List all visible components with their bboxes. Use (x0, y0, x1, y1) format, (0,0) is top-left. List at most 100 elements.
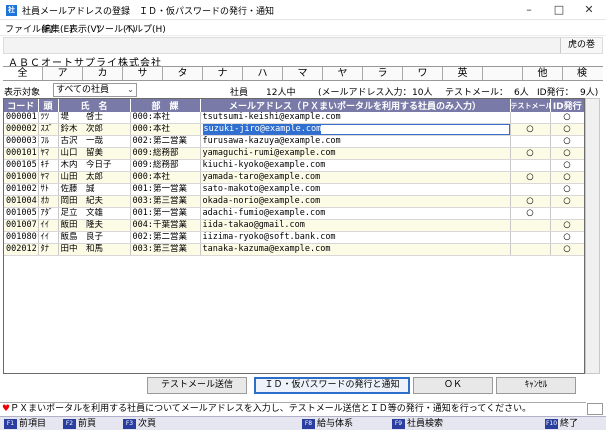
table-row[interactable]: 000002 ｽｽﾞ 鈴木 次郎 000:本社 suzuki-jiro@example.… (4, 123, 584, 136)
name-cell-text: 木内 今日子 (60, 160, 112, 170)
issue-notify-button[interactable]: ＩＤ・仮パスワードの発行と通知 (254, 377, 410, 394)
id-issue-cell: ○ (550, 195, 584, 208)
dept-cell: 000:本社 (130, 112, 201, 124)
tab-na[interactable]: ナ (203, 67, 243, 80)
col-name[interactable]: 氏 名 (58, 99, 131, 112)
kana-cell: ｵｶ (38, 195, 59, 208)
kana-tab-bar: 全 ア カ サ タ ナ ハ マ ヤ ラ ワ 英 他 検 (3, 66, 603, 81)
email-cell[interactable]: adachi-fumio@example.com (200, 207, 511, 220)
tab-search[interactable]: 検 (563, 67, 601, 80)
code-cell-text: 000101 (6, 148, 37, 158)
tab-ha[interactable]: ハ (243, 67, 283, 80)
code-cell-text: 001080 (6, 232, 37, 242)
filter-select[interactable]: すべての社員 ⌄ (53, 83, 137, 97)
name-cell-text: 足立 文雄 (60, 208, 104, 218)
email-cell[interactable]: iizima-ryoko@soft.bank.com (200, 231, 511, 244)
email-edit-field[interactable]: suzuki-jiro@example.com (202, 124, 509, 135)
ok-button[interactable]: ＯＫ (413, 377, 493, 394)
tab-ta[interactable]: タ (163, 67, 203, 80)
fkey-prev-item[interactable]: F1 前項目 (4, 418, 46, 430)
email-cell[interactable]: furusawa-kazuya@example.com (200, 135, 511, 148)
kana-cell-text: ｲｲ (40, 232, 50, 242)
fkey-next-page[interactable]: F3 次頁 (123, 418, 156, 430)
email-cell[interactable]: sato-makoto@example.com (200, 183, 511, 196)
kana-cell-text: ﾀﾅ (40, 244, 50, 254)
table-row[interactable]: 002012 ﾀﾅ 田中 和馬 003:第三営業 tanaka-kazuma@examp… (4, 243, 584, 256)
tab-wa[interactable]: ワ (403, 67, 443, 80)
tab-a[interactable]: ア (43, 67, 83, 80)
table-row[interactable]: 000105 ｷﾁ 木内 今日子 009:総務部 kiuchi-kyoko@exampl… (4, 159, 584, 172)
email-cell[interactable]: tanaka-kazuma@example.com (200, 243, 511, 256)
email-cell[interactable]: yamada-taro@example.com (200, 171, 511, 184)
fkey-exit[interactable]: F10 終了 (545, 418, 578, 430)
fkey-prev-page[interactable]: F2 前頁 (63, 418, 96, 430)
cancel-button[interactable]: ｷｬﾝｾﾙ (496, 377, 576, 394)
col-id-issue[interactable]: ID発行 (550, 99, 584, 112)
test-mail-cell: ○ (510, 171, 551, 184)
tab-ra[interactable]: ラ (363, 67, 403, 80)
email-cell[interactable]: okada-norio@example.com (200, 195, 511, 208)
tab-ma[interactable]: マ (283, 67, 323, 80)
dept-cell-text: 003:第三営業 (132, 196, 187, 206)
close-button[interactable]: ✕ (574, 2, 604, 18)
dept-cell-text: 001:第一営業 (132, 184, 187, 194)
fkey-salary-system[interactable]: F8 給与体系 (302, 418, 353, 430)
email-cell[interactable]: iida-takao@gmail.com (200, 219, 511, 232)
tiger-scroll-button[interactable]: 虎の巻 (560, 38, 602, 53)
table-row[interactable]: 000001 ﾂﾂ 堤 啓士 000:本社 tsutsumi-keishi@exampl… (4, 112, 584, 124)
email-cell[interactable]: tsutsumi-keishi@example.com (200, 112, 511, 124)
tab-blank (483, 67, 523, 80)
fkey-label: 給与体系 (317, 419, 354, 429)
fkey-employee-search[interactable]: F9 社員検索 (392, 418, 443, 430)
col-test-mail[interactable]: テストメール (510, 99, 551, 112)
code-cell-text: 001002 (6, 184, 37, 194)
dept-cell: 000:本社 (130, 171, 201, 184)
f9-key-icon: F9 (392, 418, 405, 429)
col-code[interactable]: コード (4, 99, 39, 112)
tab-ya[interactable]: ヤ (323, 67, 363, 80)
window-title: 社員メールアドレスの登録 ＩＤ・仮パスワードの発行・通知 (22, 7, 275, 17)
name-cell: 足立 文雄 (58, 207, 131, 220)
name-cell: 田中 和馬 (58, 243, 131, 256)
name-cell: 佐藤 誠 (58, 183, 131, 196)
tab-all[interactable]: 全 (3, 67, 43, 80)
table-row[interactable]: 001080 ｲｲ 飯島 良子 002:第二営業 iizima-ryoko@soft.b… (4, 231, 584, 244)
table-row[interactable]: 001005 ｱﾀﾞ 足立 文雄 001:第一営業 adachi-fumio@examp… (4, 207, 584, 220)
tab-alpha[interactable]: 英 (443, 67, 483, 80)
col-email[interactable]: メールアドレス（ＰＸまいポータルを利用する社員のみ入力） (200, 99, 511, 112)
table-row[interactable]: 000003 ﾌﾙ 古沢 一哉 002:第二営業 furusawa-kazuya@exa… (4, 135, 584, 148)
email-cell-text: kiuchi-kyoko@example.com (202, 160, 326, 170)
id-issue-cell: ○ (550, 147, 584, 160)
tab-other[interactable]: 他 (523, 67, 563, 80)
minimize-button[interactable]: – (514, 2, 544, 18)
email-cell[interactable]: yamaguchi-rumi@example.com (200, 147, 511, 160)
table-row[interactable]: 000101 ﾔﾏ 山口 留美 009:総務部 yamaguchi-rumi@examp… (4, 147, 584, 160)
dept-cell: 002:第二営業 (130, 231, 201, 244)
col-dept[interactable]: 部 課 (130, 99, 201, 112)
chevron-down-icon: ⌄ (127, 85, 134, 94)
dept-cell-text: 001:第一営業 (132, 208, 187, 218)
table-row[interactable]: 001000 ﾔﾏ 山田 太郎 000:本社 yamada-taro@example.c… (4, 171, 584, 184)
email-cell[interactable]: kiuchi-kyoko@example.com (200, 159, 511, 172)
test-mail-cell: ○ (510, 123, 551, 136)
table-row[interactable]: 001007 ｲｲ 飯田 隆夫 004:千葉営業 iida-takao@gmail.co… (4, 219, 584, 232)
title-bar: 社 社員メールアドレスの登録 ＩＤ・仮パスワードの発行・通知 – □ ✕ (0, 0, 606, 20)
table-row[interactable]: 001002 ｻﾄ 佐藤 誠 001:第一営業 sato-makoto@example.… (4, 183, 584, 196)
maximize-button[interactable]: □ (544, 2, 574, 18)
email-cell[interactable]: suzuki-jiro@example.com (200, 123, 511, 136)
kana-cell-text: ｷﾁ (40, 160, 50, 170)
menu-help[interactable]: ヘルプ(H) (125, 22, 166, 35)
vertical-scrollbar[interactable] (585, 98, 600, 374)
kana-cell: ｱﾀﾞ (38, 207, 59, 220)
name-cell: 古沢 一哉 (58, 135, 131, 148)
col-kana[interactable]: 頭 (38, 99, 59, 112)
email-cell-text: yamada-taro@example.com (202, 172, 321, 182)
code-cell-text: 001007 (6, 220, 37, 230)
tab-sa[interactable]: サ (123, 67, 163, 80)
test-mail-button[interactable]: テストメール送信 (147, 377, 247, 394)
tab-ka[interactable]: カ (83, 67, 123, 80)
test-mail-cell: ○ (510, 147, 551, 160)
table-row[interactable]: 001004 ｵｶ 岡田 紀夫 003:第三営業 okada-norio@example… (4, 195, 584, 208)
test-mail-cell-text: ○ (526, 208, 534, 218)
dept-cell-text: 002:第二営業 (132, 136, 187, 146)
